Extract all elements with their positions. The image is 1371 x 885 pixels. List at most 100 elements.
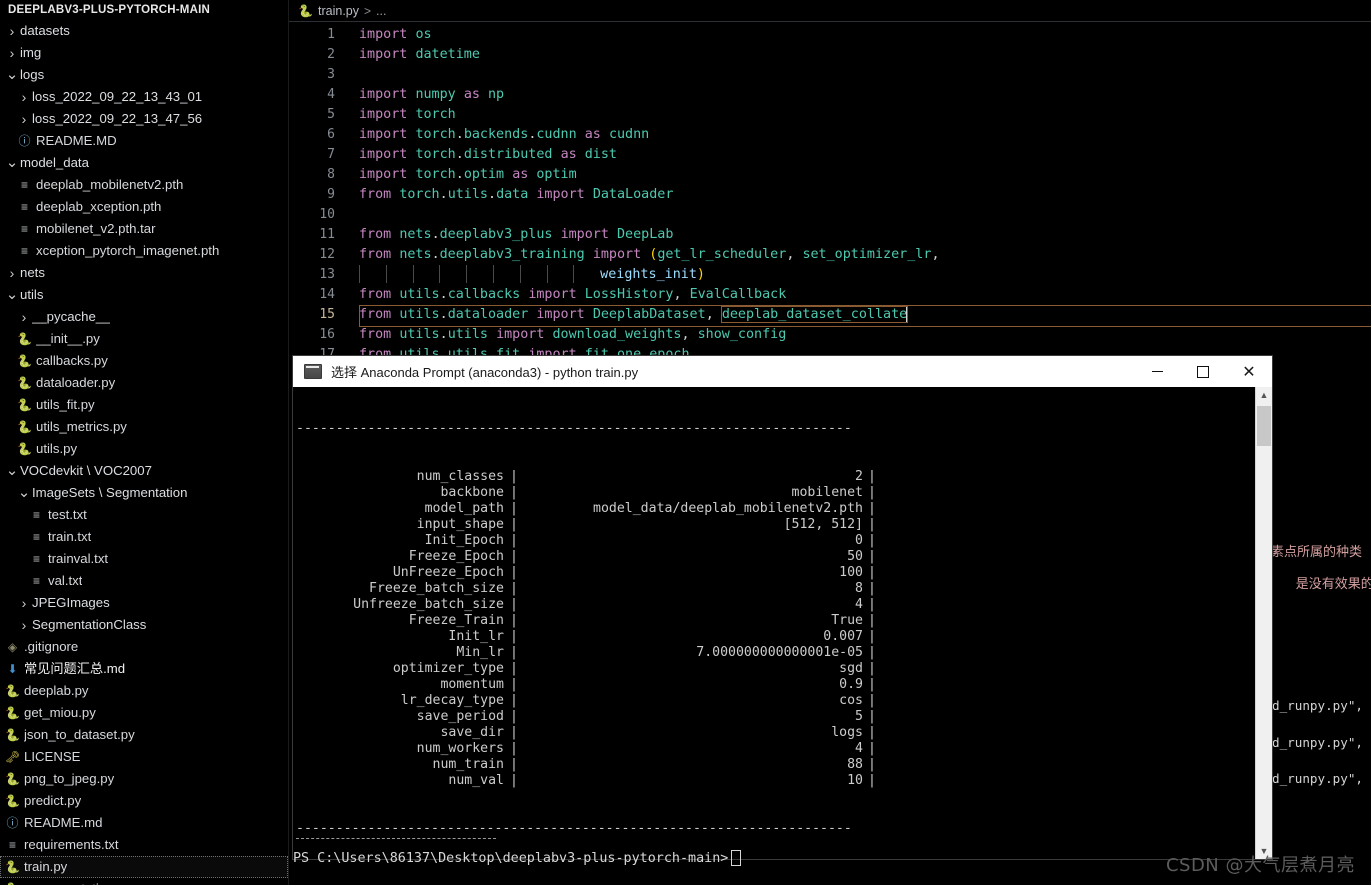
code-text[interactable]: from utils.callbacks import LossHistory,… — [359, 285, 786, 305]
code-line[interactable]: 7import torch.distributed as dist — [289, 145, 1371, 165]
tree-item-utils-fit-py[interactable]: 🐍utils_fit.py — [0, 394, 288, 416]
tree-item-img[interactable]: ›img — [0, 42, 288, 64]
chevron-right-icon[interactable]: › — [4, 42, 20, 64]
tree-item-callbacks-py[interactable]: 🐍callbacks.py — [0, 350, 288, 372]
tree-item-nets[interactable]: ›nets — [0, 262, 288, 284]
chevron-right-icon[interactable]: › — [16, 306, 32, 328]
tree-item-segmentationclass[interactable]: ›SegmentationClass — [0, 614, 288, 636]
tree-item-train-txt[interactable]: ≡train.txt — [0, 526, 288, 548]
tree-item-readme-md[interactable]: ⓘREADME.MD — [0, 130, 288, 152]
tree-item-json-to-dataset-py[interactable]: 🐍json_to_dataset.py — [0, 724, 288, 746]
code-line[interactable]: 1import os — [289, 25, 1371, 45]
tree-item-readme-md[interactable]: ⓘREADME.md — [0, 812, 288, 834]
code-text[interactable]: import numpy as np — [359, 85, 504, 105]
chevron-right-icon[interactable]: › — [16, 614, 32, 636]
chevron-right-icon[interactable]: › — [4, 262, 20, 284]
chevron-down-icon[interactable]: ⌄ — [4, 291, 20, 299]
code-line[interactable]: 8import torch.optim as optim — [289, 165, 1371, 185]
code-text[interactable]: import torch — [359, 105, 456, 125]
tree-item--md[interactable]: ⬇常见问题汇总.md — [0, 658, 288, 680]
tree-item--init-py[interactable]: 🐍__init__.py — [0, 328, 288, 350]
code-line[interactable]: 9from torch.utils.data import DataLoader — [289, 185, 1371, 205]
tree-item-datasets[interactable]: ›datasets — [0, 20, 288, 42]
terminal-body[interactable]: ----------------------------------------… — [293, 387, 1272, 859]
chevron-right-icon[interactable]: › — [16, 86, 32, 108]
tree-item-deeplab-py[interactable]: 🐍deeplab.py — [0, 680, 288, 702]
chevron-down-icon[interactable]: ⌄ — [16, 489, 32, 497]
tree-item-png-to-jpeg-py[interactable]: 🐍png_to_jpeg.py — [0, 768, 288, 790]
terminal-output[interactable]: ----------------------------------------… — [293, 387, 1256, 859]
breadcrumb-overflow[interactable]: ... — [376, 4, 386, 18]
terminal-scrollbar[interactable]: ▲ ▼ — [1255, 387, 1272, 859]
tree-item-xception-pytorch-imagenet-pth[interactable]: ≡xception_pytorch_imagenet.pth — [0, 240, 288, 262]
code-text[interactable]: import torch.backends.cudnn as cudnn — [359, 125, 649, 145]
tree-item-val-txt[interactable]: ≡val.txt — [0, 570, 288, 592]
code-line[interactable]: 5import torch — [289, 105, 1371, 125]
breadcrumb[interactable]: 🐍 train.py > ... — [289, 0, 1371, 22]
code-line[interactable]: 6import torch.backends.cudnn as cudnn — [289, 125, 1371, 145]
code-line[interactable]: 11from nets.deeplabv3_plus import DeepLa… — [289, 225, 1371, 245]
tree-item-test-txt[interactable]: ≡test.txt — [0, 504, 288, 526]
tree-item-dataloader-py[interactable]: 🐍dataloader.py — [0, 372, 288, 394]
scroll-up-arrow[interactable]: ▲ — [1256, 387, 1272, 403]
tree-item-mobilenet-v2-pth-tar[interactable]: ≡mobilenet_v2.pth.tar — [0, 218, 288, 240]
tree-item-deeplab-mobilenetv2-pth[interactable]: ≡deeplab_mobilenetv2.pth — [0, 174, 288, 196]
tree-item-requirements-txt[interactable]: ≡requirements.txt — [0, 834, 288, 856]
tree-item-predict-py[interactable]: 🐍predict.py — [0, 790, 288, 812]
chevron-down-icon[interactable]: ⌄ — [4, 159, 20, 167]
minimize-button[interactable] — [1134, 356, 1180, 387]
tree-item-voc-annotation-py[interactable]: 🐍voc_annotation.py — [0, 878, 288, 885]
code-line[interactable]: 2import datetime — [289, 45, 1371, 65]
code-text[interactable]: import torch.optim as optim — [359, 165, 577, 185]
code-text[interactable]: from utils.utils import download_weights… — [359, 325, 786, 345]
code-text[interactable]: import torch.distributed as dist — [359, 145, 617, 165]
tree-item-model-data[interactable]: ⌄model_data — [0, 152, 288, 174]
code-text[interactable]: from nets.deeplabv3_plus import DeepLab — [359, 225, 673, 245]
tree-item--gitignore[interactable]: ◈.gitignore — [0, 636, 288, 658]
tree-item-license[interactable]: 🗝LICENSE — [0, 746, 288, 768]
powershell-prompt[interactable]: PS C:\Users\86137\Desktop\deeplabv3-plus… — [293, 845, 1153, 871]
code-text[interactable]: import os — [359, 25, 432, 45]
tree-item-trainval-txt[interactable]: ≡trainval.txt — [0, 548, 288, 570]
tree-item-get-miou-py[interactable]: 🐍get_miou.py — [0, 702, 288, 724]
anaconda-prompt-window[interactable]: 选择 Anaconda Prompt (anaconda3) - python … — [293, 356, 1272, 859]
code-line[interactable]: 15from utils.dataloader import DeeplabDa… — [289, 305, 1371, 325]
code-text[interactable]: weights_init) — [359, 265, 705, 285]
tree-item--pycache-[interactable]: ›__pycache__ — [0, 306, 288, 328]
explorer-sidebar[interactable]: DEEPLABV3-PLUS-PYTORCH-MAIN ›datasets›im… — [0, 0, 289, 885]
code-line[interactable]: 4import numpy as np — [289, 85, 1371, 105]
tree-item-loss-2022-09-22-13-47-56[interactable]: ›loss_2022_09_22_13_47_56 — [0, 108, 288, 130]
chevron-right-icon[interactable]: › — [4, 20, 20, 42]
tree-item-utils-metrics-py[interactable]: 🐍utils_metrics.py — [0, 416, 288, 438]
chevron-right-icon[interactable]: › — [16, 592, 32, 614]
code-line[interactable]: 12from nets.deeplabv3_training import (g… — [289, 245, 1371, 265]
tree-item-logs[interactable]: ⌄logs — [0, 64, 288, 86]
code-text[interactable]: from utils.dataloader import DeeplabData… — [359, 305, 907, 325]
chevron-down-icon[interactable]: ⌄ — [4, 71, 20, 79]
chevron-right-icon[interactable]: › — [16, 108, 32, 130]
terminal-titlebar[interactable]: 选择 Anaconda Prompt (anaconda3) - python … — [293, 356, 1272, 387]
tree-item-deeplab-xception-pth[interactable]: ≡deeplab_xception.pth — [0, 196, 288, 218]
code-line[interactable]: 16from utils.utils import download_weigh… — [289, 325, 1371, 345]
maximize-button[interactable] — [1180, 356, 1226, 387]
tree-item-jpegimages[interactable]: ›JPEGImages — [0, 592, 288, 614]
code-text[interactable]: from nets.deeplabv3_training import (get… — [359, 245, 940, 265]
breadcrumb-file[interactable]: train.py — [318, 4, 359, 18]
file-tree[interactable]: ›datasets›img⌄logs›loss_2022_09_22_13_43… — [0, 20, 288, 885]
window-controls[interactable]: ✕ — [1134, 356, 1272, 387]
code-text[interactable]: from torch.utils.data import DataLoader — [359, 185, 673, 205]
code-line[interactable]: 3 — [289, 65, 1371, 85]
code-line[interactable]: 10 — [289, 205, 1371, 225]
scrollbar-thumb[interactable] — [1257, 406, 1271, 446]
chevron-down-icon[interactable]: ⌄ — [4, 467, 20, 475]
close-button[interactable]: ✕ — [1226, 356, 1272, 387]
tree-item-loss-2022-09-22-13-43-01[interactable]: ›loss_2022_09_22_13_43_01 — [0, 86, 288, 108]
code-text[interactable]: import datetime — [359, 45, 480, 65]
tree-item-imagesets-segmentation[interactable]: ⌄ImageSets \ Segmentation — [0, 482, 288, 504]
code-lines[interactable]: 1import os2import datetime34import numpy… — [289, 22, 1371, 365]
tree-item-train-py[interactable]: 🐍train.py — [0, 856, 288, 878]
code-line[interactable]: 13weights_init) — [289, 265, 1371, 285]
tree-item-vocdevkit-voc2007[interactable]: ⌄VOCdevkit \ VOC2007 — [0, 460, 288, 482]
tree-item-utils-py[interactable]: 🐍utils.py — [0, 438, 288, 460]
code-line[interactable]: 14from utils.callbacks import LossHistor… — [289, 285, 1371, 305]
